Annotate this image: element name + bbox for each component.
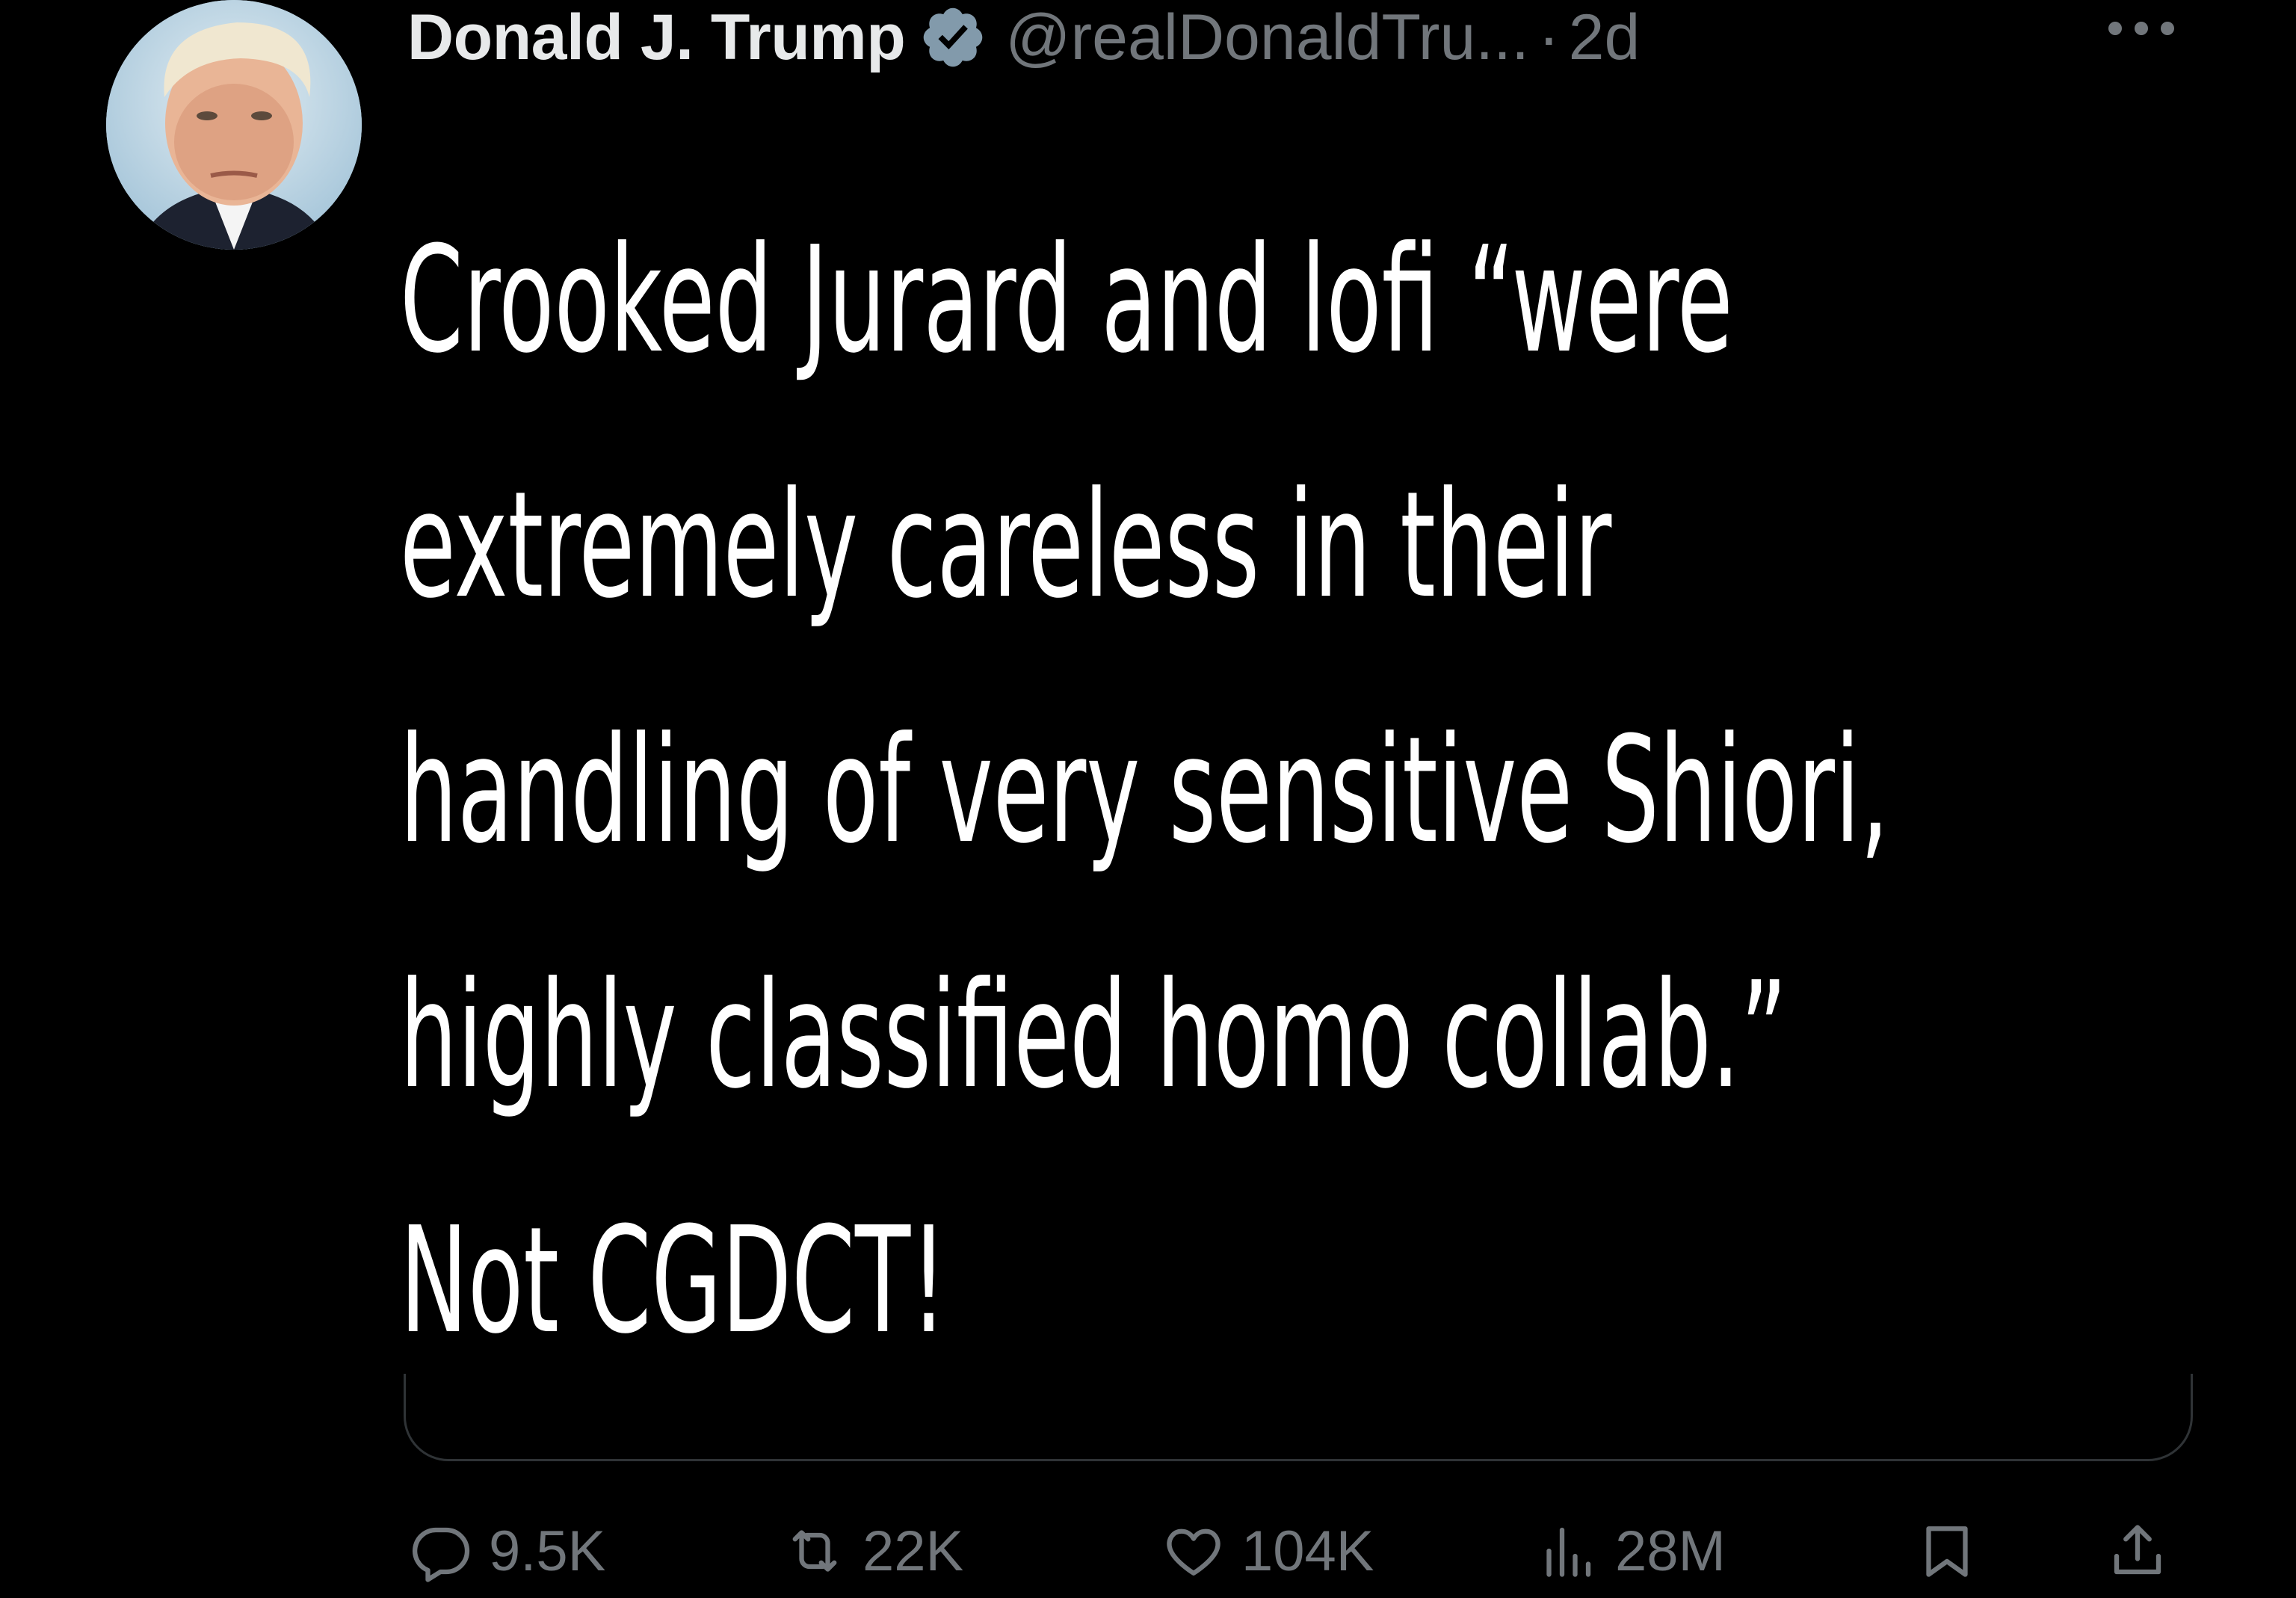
like-count: 104K	[1241, 1519, 1374, 1583]
avatar-image	[106, 0, 362, 250]
repost-icon	[792, 1530, 837, 1572]
views-button[interactable]: 28M	[1536, 1510, 1726, 1592]
share-icon	[2114, 1525, 2161, 1575]
separator: ·	[1537, 1, 1560, 73]
views-count: 28M	[1615, 1519, 1726, 1583]
verified-badge-icon[interactable]	[919, 3, 987, 72]
bookmark-icon	[1926, 1526, 1968, 1577]
author-handle[interactable]: @realDonaldTru...	[1005, 1, 1529, 75]
like-button[interactable]: 104K	[1162, 1510, 1374, 1592]
more-icon[interactable]	[2100, 13, 2182, 43]
media-card[interactable]	[404, 1374, 2193, 1461]
repost-button[interactable]: 22K	[783, 1510, 963, 1592]
timestamp[interactable]: 2d	[1569, 1, 1641, 75]
reply-button[interactable]: 9.5K	[410, 1510, 605, 1592]
share-button[interactable]	[2106, 1510, 2169, 1592]
action-bar: 9.5K 22K 104K 28M	[0, 1510, 2296, 1592]
reply-count: 9.5K	[489, 1519, 606, 1583]
avatar[interactable]	[106, 0, 362, 250]
views-icon	[1546, 1527, 1591, 1577]
reply-icon	[413, 1527, 470, 1582]
bookmark-button[interactable]	[1916, 1510, 1978, 1592]
author-display-name[interactable]: Donald J. Trump	[407, 1, 906, 75]
heart-icon	[1167, 1528, 1220, 1576]
repost-count: 22K	[862, 1519, 964, 1583]
tweet-header: Donald J. Trump @realDonaldTru... · 2d	[407, 0, 2201, 75]
tweet-text: Crooked Jurard and lofi “were extremely …	[400, 215, 1889, 1366]
